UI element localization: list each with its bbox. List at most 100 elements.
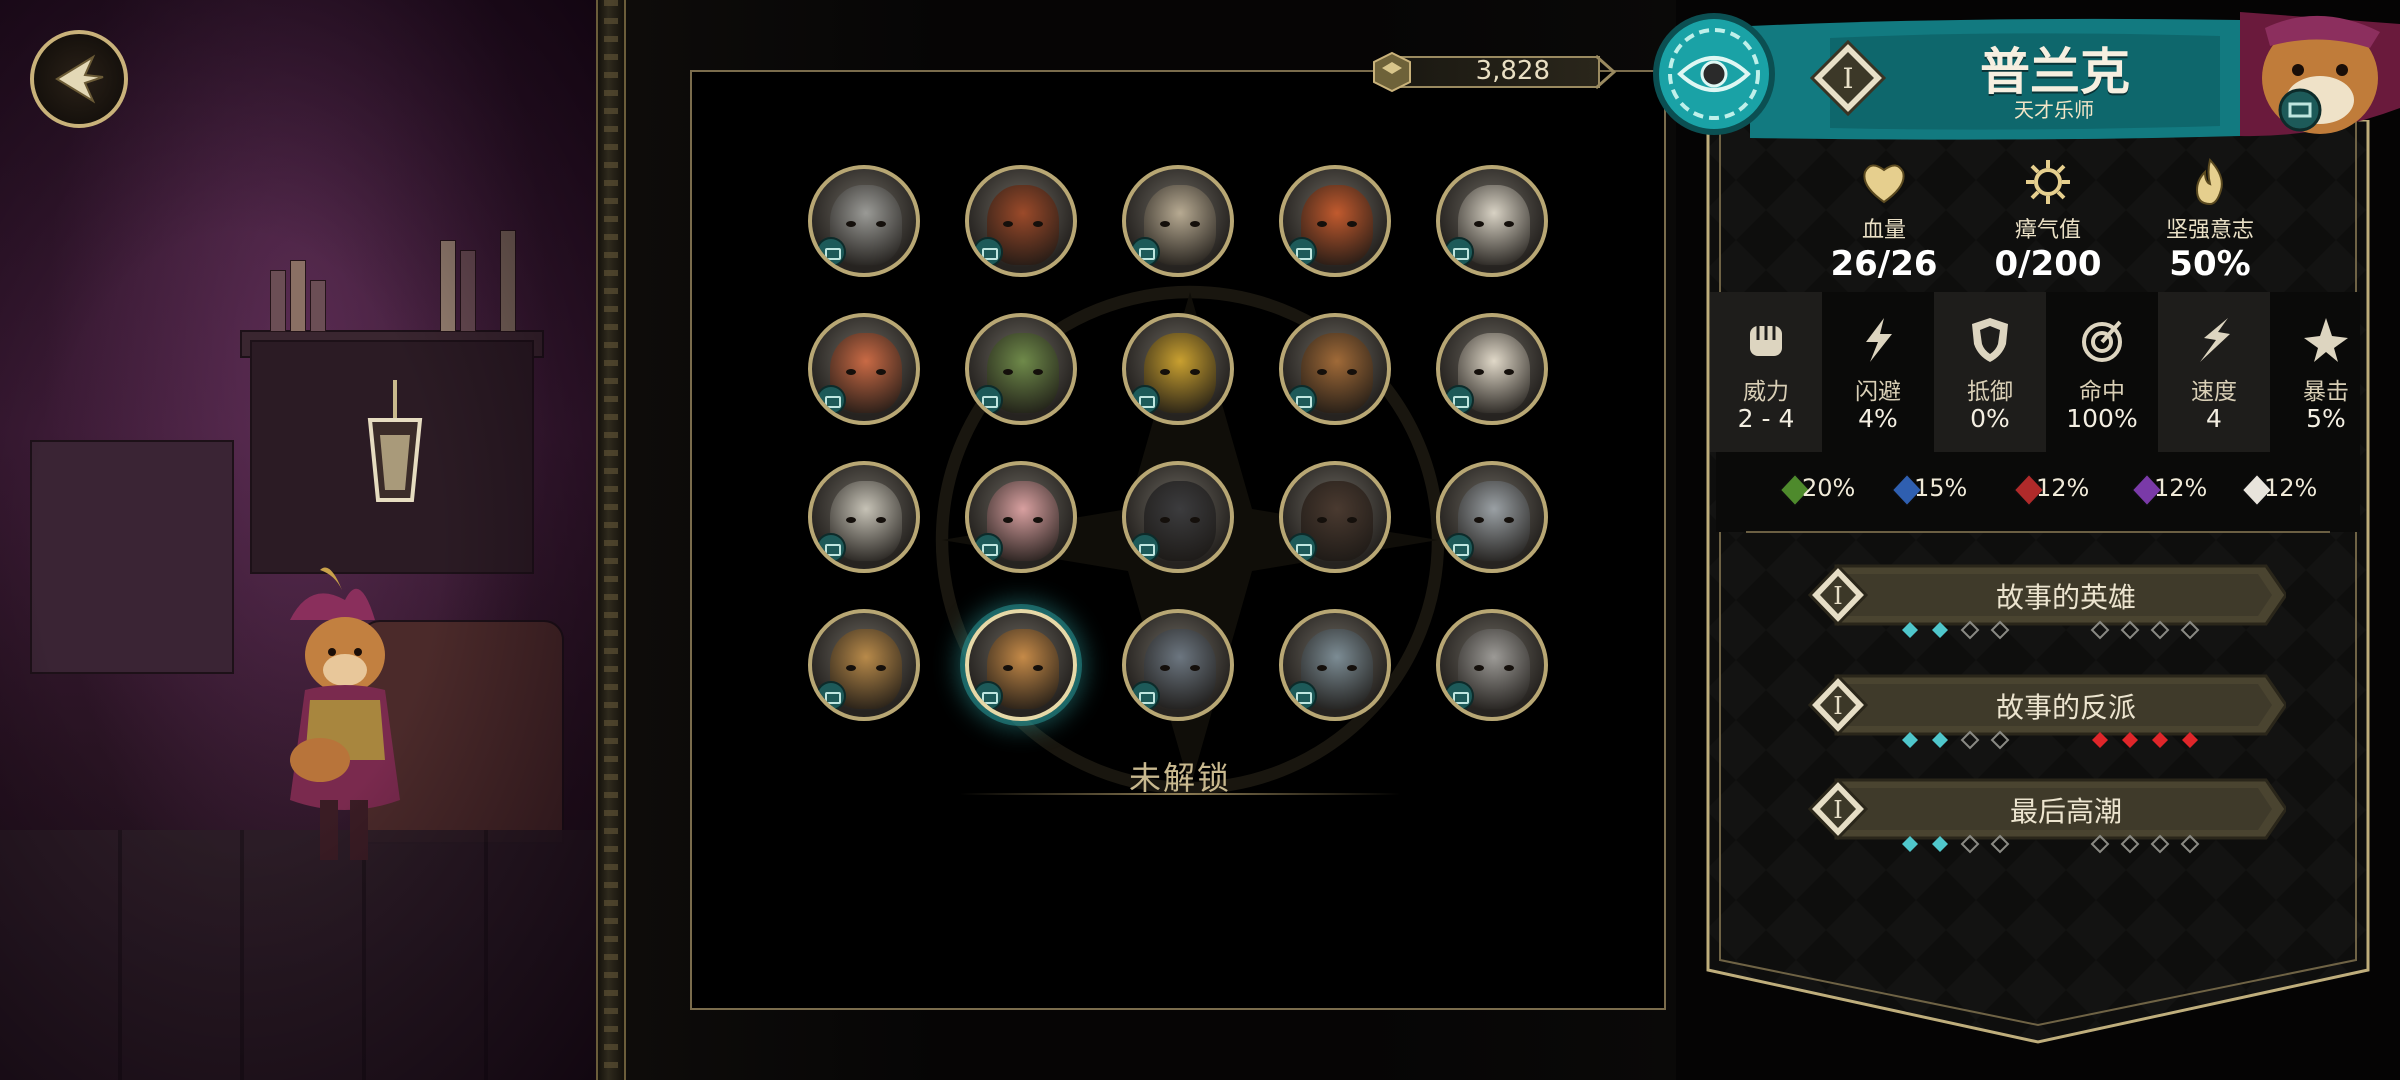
currency-display: 3,828 (1370, 50, 1620, 94)
feathered-cat-portrait[interactable] (1436, 313, 1548, 425)
armored-rat-portrait[interactable] (1122, 609, 1234, 721)
class-badge-icon (1444, 533, 1474, 563)
class-badge-icon (973, 237, 1003, 267)
dark-boar-portrait[interactable] (1279, 461, 1391, 573)
portrait-eye (1317, 665, 1327, 671)
portrait-eye (1033, 369, 1043, 375)
portrait-eye (876, 665, 886, 671)
resistance-value: 12% (2264, 474, 2318, 502)
portrait-eye (846, 665, 856, 671)
portrait-eye (1347, 517, 1357, 523)
portrait-eye (876, 517, 886, 523)
portrait-eye (1160, 665, 1170, 671)
attr-crit: 暴击 5% (2270, 292, 2382, 452)
class-badge-icon (1130, 533, 1160, 563)
skill-slot-final-climax[interactable]: I 最后高潮 (1806, 776, 2286, 854)
class-badge-icon (816, 681, 846, 711)
attr-accuracy: 命中 100% (2046, 292, 2158, 452)
resolve-flame-icon (2195, 157, 2223, 206)
gold-cube-icon (1373, 51, 1411, 93)
chevron-right-icon (1595, 54, 1617, 90)
portrait-eye (1347, 665, 1357, 671)
portrait-eye (1504, 221, 1514, 227)
vital-miasma: 瘴气值 0/200 (1978, 158, 2118, 284)
portrait-eye (1317, 369, 1327, 375)
knight-bird-portrait[interactable] (808, 165, 920, 277)
portrait-eye (1190, 221, 1200, 227)
class-badge-icon (1287, 681, 1317, 711)
resistance-bleed: 12% (2012, 472, 2089, 508)
portrait-eye (1347, 369, 1357, 375)
portrait-eye (876, 221, 886, 227)
class-badge-icon (1287, 385, 1317, 415)
upgrade-pips (1902, 834, 2200, 854)
red-beast-portrait[interactable] (965, 165, 1077, 277)
dog-bard-portrait[interactable] (965, 609, 1077, 721)
skill-slot-label: 故事的英雄 (1995, 581, 2136, 614)
attr-power: 威力 2 - 4 (1710, 292, 1822, 452)
resistance-value: 12% (2154, 474, 2208, 502)
hero-title: 天才乐师 (2014, 98, 2094, 122)
attr-label: 速度 (2191, 379, 2237, 405)
rooster-portrait[interactable] (1122, 313, 1234, 425)
old-rat-portrait[interactable] (1122, 165, 1234, 277)
vital-value: 50% (2169, 244, 2251, 284)
attr-value: 4 (2206, 404, 2222, 433)
portrait-eye (1190, 517, 1200, 523)
fox-warrior-portrait[interactable] (1279, 165, 1391, 277)
class-badge-icon (1130, 681, 1160, 711)
skill-slot-label: 最后高潮 (2009, 795, 2122, 828)
goose-knight-portrait[interactable] (808, 461, 920, 573)
owl-portrait[interactable] (1279, 609, 1391, 721)
unlock-underline (960, 793, 1400, 795)
class-badge-icon (1287, 237, 1317, 267)
class-badge-icon (816, 533, 846, 563)
target-icon (2082, 320, 2122, 362)
skill-level-text: I (1833, 796, 1842, 824)
portrait-eye (1003, 369, 1013, 375)
resistance-debuff: 12% (2130, 472, 2207, 508)
fist-icon (1750, 326, 1782, 356)
class-badge-icon (973, 681, 1003, 711)
skill-slot-villain-of-story[interactable]: I 故事的反派 (1806, 672, 2286, 750)
resistance-value: 12% (2036, 474, 2090, 502)
back-button[interactable] (30, 30, 128, 128)
badger-portrait[interactable] (1279, 313, 1391, 425)
portrait-eye (1317, 221, 1327, 227)
ram-portrait[interactable] (1436, 461, 1548, 573)
fox-rogue-portrait[interactable] (808, 313, 920, 425)
vignette (0, 0, 596, 1080)
class-badge-icon (1444, 237, 1474, 267)
portrait-eye (1504, 665, 1514, 671)
resistance-value: 20% (1802, 474, 1856, 502)
skill-slot-label: 故事的反派 (1995, 691, 2136, 724)
goggles-mouse-portrait[interactable] (808, 609, 920, 721)
class-badge-icon (816, 385, 846, 415)
skill-level-text: I (1833, 582, 1842, 610)
shadow-wolf-portrait[interactable] (1122, 461, 1234, 573)
crit-icon (2304, 318, 2348, 362)
portrait-eye (1160, 221, 1170, 227)
attr-value: 100% (2066, 404, 2138, 433)
resistance-blight: 15% (1890, 472, 1967, 508)
lizard-portrait[interactable] (965, 313, 1077, 425)
skill-slot-hero-of-story[interactable]: I 故事的英雄 (1806, 562, 2286, 640)
class-badge-icon (1444, 385, 1474, 415)
portrait-eye (1160, 517, 1170, 523)
class-shield-icon (1653, 13, 1775, 135)
class-badge-icon (1287, 533, 1317, 563)
pig-portrait[interactable] (965, 461, 1077, 573)
grey-mouse-portrait[interactable] (1436, 609, 1548, 721)
attr-label: 暴击 (2303, 379, 2349, 405)
portrait-eye (1003, 665, 1013, 671)
portrait-eye (1033, 517, 1043, 523)
attr-value: 2 - 4 (1737, 404, 1795, 433)
vital-label: 坚强意志 (2165, 218, 2254, 243)
hooded-monk-portrait[interactable] (1436, 165, 1548, 277)
dodge-icon (1866, 318, 1892, 362)
resistance-stun: 20% (1778, 472, 1855, 508)
attr-label: 闪避 (1855, 379, 1901, 405)
hero-level-badge: I (1810, 40, 1886, 116)
vital-label: 血量 (1861, 218, 1906, 243)
vital-value: 26/26 (1830, 244, 1938, 284)
